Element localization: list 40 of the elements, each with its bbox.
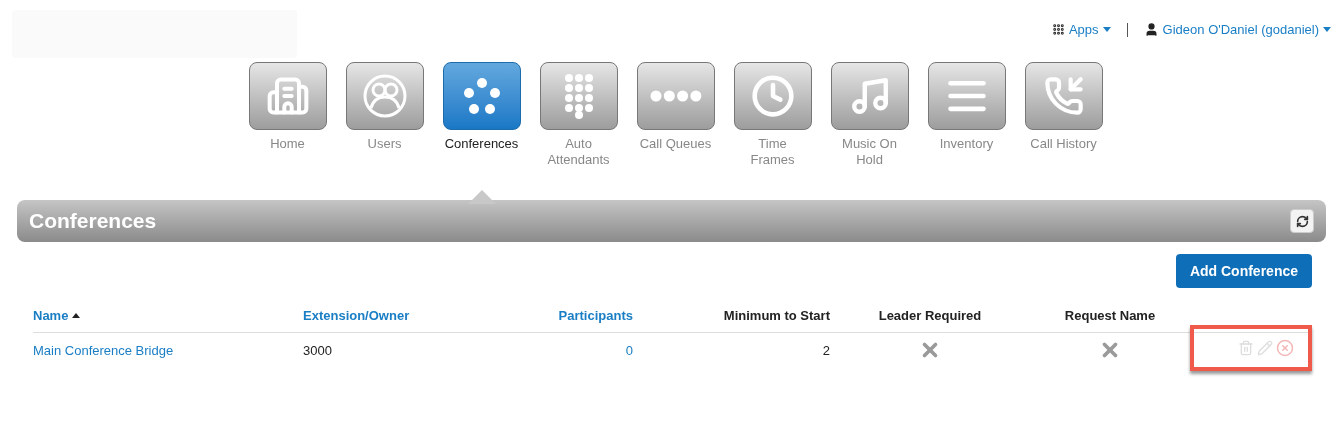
sort-arrow-icon [72,313,81,319]
nav-label: Users [367,136,402,152]
clock-icon [750,74,795,118]
delete-icon[interactable] [1276,338,1294,357]
column-header: Leader Required [878,307,982,325]
phone-arrow-icon [1043,76,1084,116]
nav-label: Call History [1030,136,1097,152]
grid-icon [1051,23,1065,37]
column-header: Request Name [1064,307,1156,325]
user-menu[interactable]: Gideon O'Daniel (godaniel) [1143,20,1331,40]
trash-icon[interactable] [1238,339,1254,356]
caret-icon [1102,27,1111,33]
nav-label: Auto Attendants [547,136,610,168]
panel-title: Conferences [29,208,157,235]
nav-label: Home [270,136,305,152]
column-header[interactable]: Participants [558,306,633,326]
keypad-icon [563,73,594,119]
apps-menu[interactable]: Apps [1051,20,1111,40]
table-cell: 3000 [303,342,332,358]
column-header[interactable]: Extension/Owner [303,306,410,326]
nav-label: Inventory [939,136,994,152]
nav-label: Time Frames [750,136,795,168]
refresh-icon [1295,214,1309,228]
column-header: Minimum to Start [723,307,830,325]
table-cell: 2 [822,342,830,358]
participants-link[interactable]: 0 [625,342,633,358]
pencil-icon[interactable] [1257,339,1273,356]
refresh-button[interactable] [1290,209,1314,233]
nav-label: Call Queues [639,136,712,152]
add-conference-button[interactable]: Add Conference [1175,254,1312,288]
column-header[interactable]: Name [33,306,81,326]
caret-icon [1323,27,1331,33]
nav-label: Music On Hold [842,136,897,168]
conference-name-link[interactable]: Main Conference Bridge [33,342,174,358]
building-icon [265,74,310,118]
user-icon [1143,22,1159,38]
four-dots-icon [649,90,702,102]
nav-label: Conferences [444,136,519,152]
users-circle-icon [361,73,408,119]
dots-circle-icon [461,76,502,116]
